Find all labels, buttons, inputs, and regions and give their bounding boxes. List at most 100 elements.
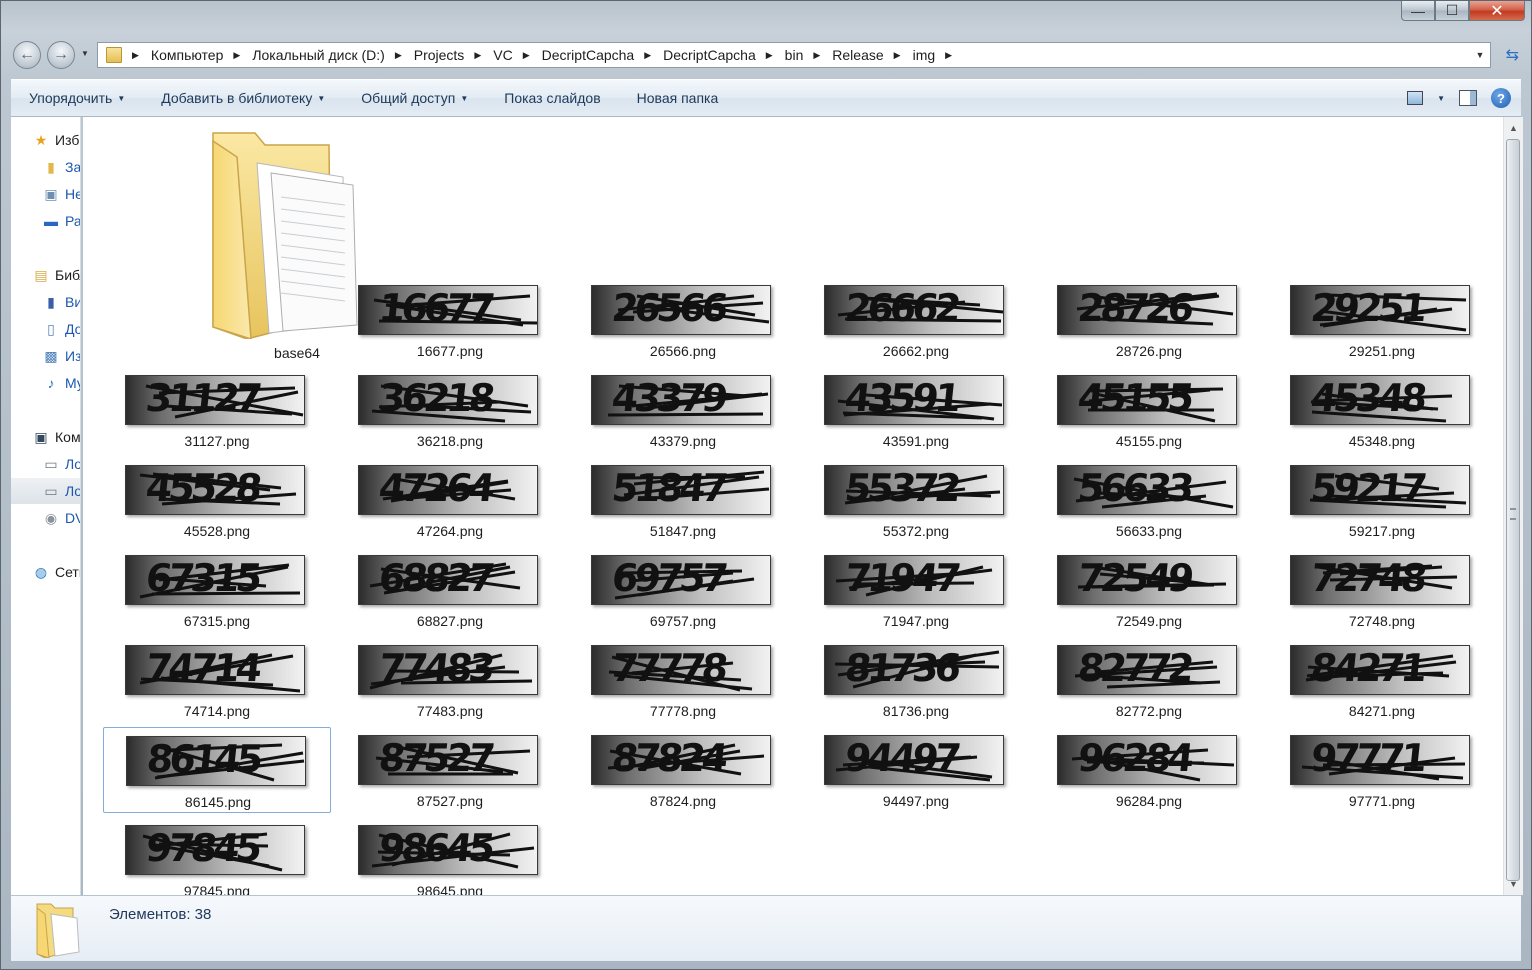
breadcrumb-item[interactable]: Release xyxy=(832,47,883,63)
file-item[interactable]: 74714 74714.png xyxy=(103,637,331,723)
scrollbar-thumb[interactable] xyxy=(1506,139,1520,881)
organize-menu[interactable]: Упорядочить ▼ xyxy=(11,90,143,106)
vertical-scrollbar[interactable]: ▲ ▼ xyxy=(1503,117,1523,895)
file-item[interactable]: 51847 51847.png xyxy=(569,457,797,543)
scroll-down-icon[interactable]: ▼ xyxy=(1504,875,1523,893)
maximize-button[interactable]: ☐ xyxy=(1435,1,1469,21)
file-item[interactable]: 68827 68827.png xyxy=(336,547,564,633)
breadcrumb-chevron-icon[interactable]: ▶ xyxy=(894,50,901,61)
change-view-icon[interactable] xyxy=(1407,91,1424,105)
captcha-thumbnail: 98645 xyxy=(358,825,538,875)
file-item[interactable]: 82772 82772.png xyxy=(1035,637,1263,723)
breadcrumb-chevron-icon[interactable]: ▶ xyxy=(644,50,651,61)
captcha-noise-lines xyxy=(844,474,1001,505)
nav-item[interactable]: ▩ Изображения xyxy=(11,343,80,369)
nav-item[interactable]: ▮ Загрузки xyxy=(11,154,80,180)
file-item[interactable]: 26662 26662.png xyxy=(802,277,1030,363)
add-to-library-menu[interactable]: Добавить в библиотеку ▼ xyxy=(143,90,343,106)
file-item[interactable]: 77483 77483.png xyxy=(336,637,564,723)
file-item[interactable]: 97771 97771.png xyxy=(1268,727,1496,813)
breadcrumb-item[interactable]: Компьютер xyxy=(151,47,223,63)
file-item[interactable]: 81736 81736.png xyxy=(802,637,1030,723)
file-item[interactable]: 43379 43379.png xyxy=(569,367,797,453)
file-item[interactable]: 84271 84271.png xyxy=(1268,637,1496,723)
file-item[interactable]: 29251 29251.png xyxy=(1268,277,1496,363)
breadcrumb-item[interactable]: Локальный диск (D:) xyxy=(252,47,385,63)
noise-line xyxy=(392,744,519,775)
noise-line xyxy=(1106,680,1221,689)
breadcrumb-item[interactable]: img xyxy=(913,47,936,63)
breadcrumb-chevron-icon[interactable]: ▶ xyxy=(132,50,139,61)
breadcrumb-item[interactable]: Projects xyxy=(414,47,465,63)
breadcrumb-chevron-icon[interactable]: ▶ xyxy=(395,50,402,61)
file-item[interactable]: 28726 28726.png xyxy=(1035,277,1263,363)
breadcrumb-item[interactable]: DecriptCapcha xyxy=(542,47,635,63)
address-history-dropdown[interactable]: ▼ xyxy=(1470,50,1490,60)
back-button[interactable]: ← xyxy=(13,41,41,69)
file-item[interactable]: 87824 87824.png xyxy=(569,727,797,813)
file-item[interactable]: 31127 31127.png xyxy=(103,367,331,453)
nav-item[interactable]: ◉ DVD RW дисковод xyxy=(11,505,80,531)
close-button[interactable]: ✕ xyxy=(1469,1,1525,21)
file-item[interactable]: 56633 56633.png xyxy=(1035,457,1263,543)
recent-pages-dropdown[interactable]: ▼ xyxy=(81,49,89,58)
forward-button[interactable]: → xyxy=(47,41,75,69)
file-item[interactable]: 43591 43591.png xyxy=(802,367,1030,453)
breadcrumb-item[interactable]: VC xyxy=(493,47,512,63)
file-name: 82772.png xyxy=(1115,703,1183,719)
breadcrumb-chevron-icon[interactable]: ▶ xyxy=(474,50,481,61)
file-item[interactable]: 87527 87527.png xyxy=(336,727,564,813)
minimize-button[interactable]: — xyxy=(1401,1,1435,21)
preview-pane-icon[interactable] xyxy=(1459,90,1477,106)
file-item[interactable]: 47264 47264.png xyxy=(336,457,564,543)
file-item[interactable]: 45348 45348.png xyxy=(1268,367,1496,453)
file-item[interactable]: 55372 55372.png xyxy=(802,457,1030,543)
computer-icon: ▣ xyxy=(34,428,48,445)
nav-item[interactable]: ▣ Недавние места xyxy=(11,181,80,207)
breadcrumb-item[interactable]: bin xyxy=(785,47,804,63)
file-name: 31127.png xyxy=(184,433,250,449)
nav-item[interactable]: ▣ Компьютер xyxy=(11,424,80,450)
file-item[interactable]: 45155 45155.png xyxy=(1035,367,1263,453)
file-item[interactable]: 26566 26566.png xyxy=(569,277,797,363)
file-item[interactable]: 98645 98645.png xyxy=(336,817,564,895)
new-folder-button[interactable]: Новая папка xyxy=(619,90,737,106)
breadcrumb-chevron-icon[interactable]: ▶ xyxy=(766,50,773,61)
file-item[interactable]: 67315 67315.png xyxy=(103,547,331,633)
file-item[interactable]: 36218 36218.png xyxy=(336,367,564,453)
file-item[interactable]: 72748 72748.png xyxy=(1268,547,1496,633)
nav-item[interactable]: ▭ Локальный диск (C:) xyxy=(11,451,80,477)
nav-item[interactable]: ★ Избранное xyxy=(11,127,80,153)
address-bar[interactable]: ▶ Компьютер ▶ Локальный диск (D:) ▶ Projects… xyxy=(97,42,1491,68)
file-item[interactable]: 45528 45528.png xyxy=(103,457,331,543)
file-item[interactable]: 96284 96284.png xyxy=(1035,727,1263,813)
nav-item[interactable]: ♪ Музыка xyxy=(11,370,81,396)
breadcrumb-chevron-icon[interactable]: ▶ xyxy=(945,50,952,61)
file-item[interactable]: 16677 16677.png xyxy=(336,277,564,363)
nav-item[interactable]: ◍ Сеть xyxy=(11,559,80,585)
help-icon[interactable]: ? xyxy=(1491,88,1511,108)
nav-item[interactable]: ▬ Рабочий стол xyxy=(11,208,80,234)
file-item[interactable]: 77778 77778.png xyxy=(569,637,797,723)
nav-item[interactable]: ▯ Документы xyxy=(11,316,80,342)
refresh-icon[interactable]: ⇆ xyxy=(1506,45,1519,65)
breadcrumb-chevron-icon[interactable]: ▶ xyxy=(523,50,530,61)
breadcrumb-chevron-icon[interactable]: ▶ xyxy=(813,50,820,61)
file-item[interactable]: 59217 59217.png xyxy=(1268,457,1496,543)
file-item[interactable]: 71947 71947.png xyxy=(802,547,1030,633)
view-options-caret-icon[interactable]: ▼ xyxy=(1437,94,1445,103)
nav-item[interactable]: ▤ Библиотеки xyxy=(11,262,80,288)
file-item[interactable]: 97845 97845.png xyxy=(103,817,331,895)
file-item[interactable]: 86145 86145.png xyxy=(103,727,331,813)
nav-item[interactable]: ▮ Видео xyxy=(11,289,80,315)
share-menu[interactable]: Общий доступ ▼ xyxy=(343,90,486,106)
scroll-up-icon[interactable]: ▲ xyxy=(1504,119,1523,137)
file-item[interactable]: 94497 94497.png xyxy=(802,727,1030,813)
file-item[interactable]: 69757 69757.png xyxy=(569,547,797,633)
breadcrumb-chevron-icon[interactable]: ▶ xyxy=(233,50,240,61)
file-name: 87527.png xyxy=(416,793,484,809)
file-item[interactable]: 72549 72549.png xyxy=(1035,547,1263,633)
nav-item[interactable]: ▭ Локальный диск (D:) xyxy=(11,478,80,504)
slideshow-button[interactable]: Показ слайдов xyxy=(486,90,618,106)
breadcrumb-item[interactable]: DecriptCapcha xyxy=(663,47,756,63)
